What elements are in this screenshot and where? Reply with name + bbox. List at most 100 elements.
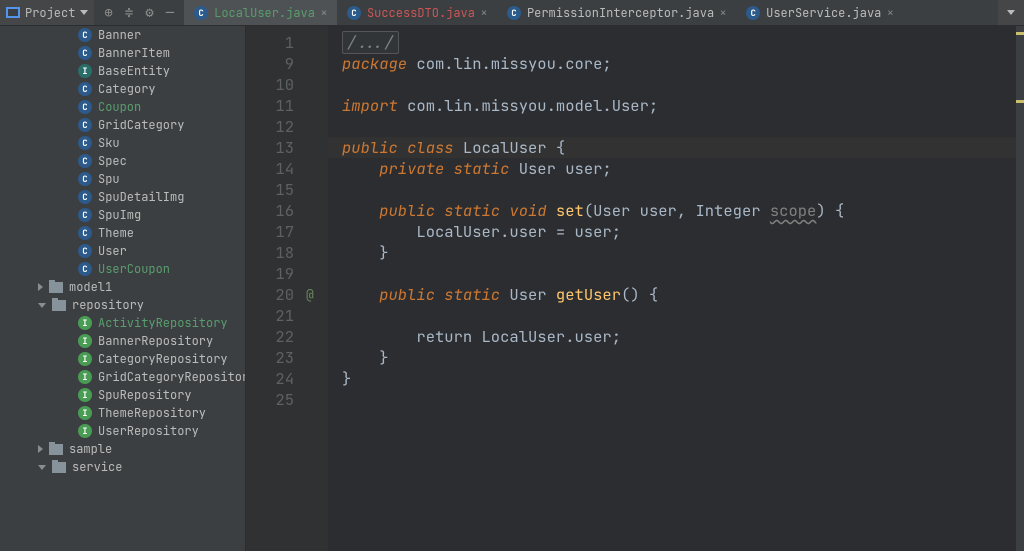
chevron-down-icon [80,10,88,15]
code-line[interactable]: public static void set(User user, Intege… [342,200,1024,221]
tree-item[interactable]: IUserRepository [0,422,245,440]
tree-item[interactable]: CSku [0,134,245,152]
folder-icon [52,300,66,311]
tree-item[interactable]: CBannerItem [0,44,245,62]
project-tree[interactable]: CBannerCBannerItemIBaseEntity C CategoryCC… [0,26,246,551]
tree-item-label: Sku [98,135,120,151]
code-line[interactable] [342,305,1024,326]
code-line[interactable]: LocalUser.user = user; [342,221,1024,242]
tree-item[interactable]: CUserCoupon [0,260,245,278]
class-icon: C [507,6,521,20]
code-line[interactable]: public class LocalUser { [328,137,1024,158]
select-open-file-icon[interactable]: ⊕ [104,4,112,22]
line-number: 14 [246,158,294,179]
chevron-down-icon [1007,10,1015,15]
tree-item[interactable]: ICategoryRepository [0,350,245,368]
override-gutter-icon[interactable]: @ [302,286,314,303]
code-line[interactable]: } [342,242,1024,263]
tree-item-label: SpuImg [98,207,141,223]
code-line[interactable] [342,389,1024,410]
tree-arrow-icon[interactable] [38,303,46,308]
editor-tabs: C LocalUser.java ✕C SuccessDTO.java ✕C P… [184,0,903,25]
gutter-mark-slot [302,53,328,74]
tree-item[interactable]: CUser [0,242,245,260]
editor-tab[interactable]: C PermissionInterceptor.java ✕ [497,0,736,25]
class-icon: C [78,82,92,96]
class-icon: I [78,64,92,78]
tree-item[interactable]: service [0,458,245,476]
tree-item[interactable]: CSpuDetailImg [0,188,245,206]
close-icon[interactable]: ✕ [321,6,327,19]
tree-arrow-icon[interactable] [38,283,43,291]
gutter-mark-slot [302,368,328,389]
tree-item[interactable]: IActivityRepository [0,314,245,332]
code-line[interactable]: /.../ [342,32,1024,53]
tree-item[interactable]: IThemeRepository [0,404,245,422]
tree-item[interactable]: CTheme [0,224,245,242]
folder-icon [52,462,66,473]
tree-item[interactable]: sample [0,440,245,458]
code-line[interactable] [342,116,1024,137]
tree-item-label: Spu [98,171,120,187]
tree-item[interactable]: CSpec [0,152,245,170]
project-dropdown[interactable]: Project [0,0,94,25]
tree-item[interactable]: model1 [0,278,245,296]
code-content[interactable]: /.../package com.lin.missyou.core; import… [328,26,1024,551]
code-line[interactable] [342,263,1024,284]
tree-item[interactable]: CSpuImg [0,206,245,224]
code-line[interactable]: public static User getUser() { [342,284,1024,305]
gutter-mark-slot [302,347,328,368]
tree-item-label: repository [72,297,144,313]
tree-item[interactable]: IBannerRepository [0,332,245,350]
class-icon: I [78,334,92,348]
tree-item-label: BannerItem [98,45,170,61]
tree-item[interactable]: IGridCategoryRepository [0,368,245,386]
tree-item-label: GridCategory [98,117,184,133]
code-line[interactable]: import com.lin.missyou.model.User; [342,95,1024,116]
tree-item[interactable]: CSpu [0,170,245,188]
code-area[interactable]: 1910111213141516171819202122232425 @ /..… [246,26,1024,551]
tree-item-label: SpuRepository [98,387,192,403]
tree-arrow-icon[interactable] [38,465,46,470]
code-line[interactable]: return LocalUser.user; [342,326,1024,347]
tree-item-label: Banner [98,27,141,43]
gutter-mark-slot [302,326,328,347]
tree-item-label: Category [98,81,156,97]
tree-item[interactable]: C Category [0,80,245,98]
expand-all-icon[interactable]: ≑ [125,4,133,22]
tree-item[interactable]: ISpuRepository [0,386,245,404]
code-line[interactable]: private static User user; [342,158,1024,179]
tree-item-label: UserRepository [98,423,199,439]
code-line[interactable]: } [342,347,1024,368]
tree-item-label: UserCoupon [98,261,170,277]
editor-scrollbar-markers [1016,26,1024,551]
close-icon[interactable]: ✕ [481,6,487,19]
tree-item-label: GridCategoryRepository [98,369,246,385]
code-line[interactable] [342,179,1024,200]
hide-icon[interactable]: — [166,4,174,22]
warning-marker[interactable] [1016,32,1024,35]
tree-item[interactable]: CGridCategory [0,116,245,134]
tree-item-label: Coupon [98,99,141,115]
tree-item[interactable]: CBanner [0,26,245,44]
settings-icon[interactable]: ⚙ [145,4,153,22]
warning-marker[interactable] [1016,100,1024,103]
code-line[interactable] [342,74,1024,95]
tree-arrow-icon[interactable] [38,445,43,453]
tree-item-label: ActivityRepository [98,315,228,331]
tree-item[interactable]: CCoupon [0,98,245,116]
tree-item[interactable]: repository [0,296,245,314]
editor-tab[interactable]: C LocalUser.java ✕ [184,0,337,25]
close-icon[interactable]: ✕ [720,6,726,19]
code-line[interactable]: package com.lin.missyou.core; [342,53,1024,74]
code-line[interactable]: } [342,368,1024,389]
fold-placeholder[interactable]: /.../ [342,31,399,54]
line-number: 20 [246,284,294,305]
gutter-mark-slot [302,95,328,116]
editor-tab[interactable]: C UserService.java ✕ [736,0,903,25]
gutter-icons: @ [302,26,328,551]
editor-tab[interactable]: C SuccessDTO.java ✕ [337,0,497,25]
tree-item[interactable]: IBaseEntity [0,62,245,80]
close-icon[interactable]: ✕ [887,6,893,19]
tabs-overflow-button[interactable] [998,0,1024,25]
